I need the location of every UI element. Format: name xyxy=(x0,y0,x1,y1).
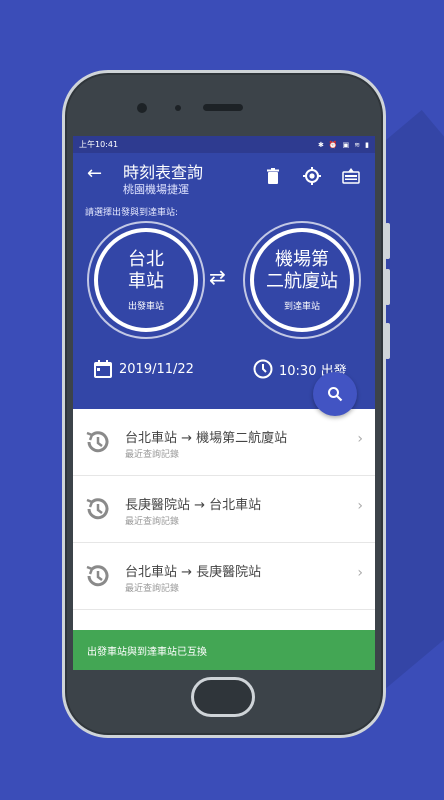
trash-icon[interactable] xyxy=(264,167,282,185)
earpiece-speaker xyxy=(203,104,243,111)
departure-station-name-line1: 台北 xyxy=(128,248,164,270)
history-item[interactable]: 長庚醫院站 → 台北車站 最近查詢記錄 › xyxy=(73,476,375,543)
calendar-icon xyxy=(94,360,112,378)
search-button[interactable] xyxy=(313,372,357,416)
alarm-icon: ⏰ xyxy=(328,140,338,149)
home-button xyxy=(191,677,255,717)
sim-icon: ▣ xyxy=(342,140,350,149)
power-button xyxy=(385,323,390,359)
volume-up-button xyxy=(385,223,390,259)
arrival-station-role: 到達車站 xyxy=(283,301,320,312)
back-arrow-icon[interactable]: ← xyxy=(87,163,102,184)
snackbar: 出發車站與到達車站已互換 xyxy=(73,630,375,670)
chevron-right-icon: › xyxy=(357,498,363,514)
departure-station-selector[interactable]: 台北 車站 出發車站 xyxy=(87,221,205,339)
history-icon xyxy=(86,498,109,520)
arrival-station-selector[interactable]: 機場第 二航廈站 到達車站 xyxy=(243,221,361,339)
history-item[interactable]: 台北車站 → 長庚醫院站 最近查詢記錄 › xyxy=(73,543,375,610)
history-route: 台北車站 → 長庚醫院站 xyxy=(125,565,262,580)
chevron-right-icon: › xyxy=(357,565,363,581)
history-route: 長庚醫院站 → 台北車站 xyxy=(125,498,262,513)
swap-arrows-icon[interactable]: ⇄ xyxy=(209,265,226,289)
wifi-icon: ≋ xyxy=(354,140,361,149)
arrival-station-name-line2: 二航廈站 xyxy=(266,270,338,292)
app-screen: 上午10:41 ✱ ⏰ ▣ ≋ ▮ ← 時刻表查詢 桃園機場捷運 請選擇出發與到… xyxy=(73,136,375,670)
bluetooth-icon: ✱ xyxy=(318,140,324,149)
clock-icon xyxy=(253,359,273,379)
status-bar: 上午10:41 ✱ ⏰ ▣ ≋ ▮ xyxy=(73,136,375,153)
page-subtitle: 桃園機場捷運 xyxy=(123,183,189,196)
history-list: 台北車站 → 機場第二航廈站 最近查詢記錄 › 長庚醫院站 → 台北車站 最近查… xyxy=(73,409,375,610)
volume-down-button xyxy=(385,269,390,305)
history-label: 最近查詢記錄 xyxy=(125,584,180,594)
sensor xyxy=(175,105,181,111)
phone-frame: 上午10:41 ✱ ⏰ ▣ ≋ ▮ ← 時刻表查詢 桃園機場捷運 請選擇出發與到… xyxy=(62,70,390,738)
chevron-right-icon: › xyxy=(357,431,363,447)
history-label: 最近查詢記錄 xyxy=(125,450,180,460)
history-icon xyxy=(86,431,109,453)
app-header: ← 時刻表查詢 桃園機場捷運 請選擇出發與到達車站: 台北 車站 出發車站 ⇄ … xyxy=(73,153,375,409)
departure-station-role: 出發車站 xyxy=(127,301,164,312)
history-route: 台北車站 → 機場第二航廈站 xyxy=(125,431,288,446)
page-title: 時刻表查詢 xyxy=(123,163,204,182)
selected-date: 2019/11/22 xyxy=(119,361,194,377)
departure-station-name-line2: 車站 xyxy=(128,270,164,292)
location-target-icon[interactable] xyxy=(303,167,321,185)
status-time: 上午10:41 xyxy=(79,140,119,149)
history-icon xyxy=(86,565,109,587)
history-item[interactable]: 台北車站 → 機場第二航廈站 最近查詢記錄 › xyxy=(73,409,375,476)
hotel-icon[interactable] xyxy=(342,167,360,185)
front-camera xyxy=(137,103,147,113)
station-prompt: 請選擇出發與到達車站: xyxy=(85,208,179,218)
arrival-station-name-line1: 機場第 xyxy=(275,248,329,270)
battery-icon: ▮ xyxy=(365,140,369,149)
date-picker[interactable]: 2019/11/22 xyxy=(93,359,194,379)
search-icon xyxy=(328,387,343,402)
history-label: 最近查詢記錄 xyxy=(125,517,180,527)
